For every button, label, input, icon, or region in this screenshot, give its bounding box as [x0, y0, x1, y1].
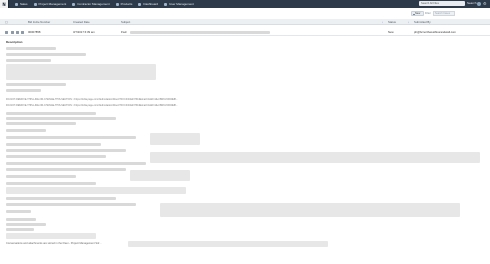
nav-item-label: Contractor Management [77, 2, 110, 6]
sales-icon [15, 2, 18, 6]
redacted-line [6, 53, 86, 56]
redacted-block [130, 170, 190, 181]
redacted-line [6, 117, 116, 120]
column-header-submitted-by[interactable]: Submitted By [414, 20, 431, 24]
redacted-line [6, 168, 126, 171]
user-avatar[interactable] [477, 2, 481, 6]
new-button[interactable]: New [411, 11, 424, 16]
users-icon [164, 2, 168, 6]
column-header-submitted-sort[interactable]: ↓ [408, 20, 409, 24]
table-header: ▢ Bid Invite Number Created Date Subject… [0, 19, 490, 25]
contractor-icon [72, 2, 76, 6]
invitation-url-line[interactable]: DO-NOT-REMOVE-THIS-LINE-OR-CHANGE-THIS-S… [6, 104, 178, 107]
top-nav-bar: N Sales Project Management Contractor Ma… [0, 0, 490, 8]
column-header-bid-number[interactable]: Bid Invite Number [28, 20, 50, 24]
subject-redacted [130, 31, 270, 34]
redacted-line [6, 175, 76, 178]
nav-item-products[interactable]: Products [115, 2, 133, 6]
row-checkbox[interactable] [5, 31, 8, 34]
products-icon [115, 2, 119, 6]
redacted-block [6, 187, 186, 194]
bid-number-cell[interactable]: 00007858 [28, 30, 40, 35]
nav-item-label: User Management [169, 2, 194, 6]
row-menu-icon[interactable] [21, 31, 24, 34]
redacted-block [128, 241, 328, 247]
status-cell: New [388, 30, 394, 34]
redacted-line [6, 162, 146, 165]
nav-item-user-management[interactable]: User Management [164, 2, 194, 6]
row-edit-icon[interactable] [16, 31, 19, 34]
redacted-line [6, 203, 136, 206]
redacted-block [150, 133, 200, 145]
redacted-block [6, 233, 96, 239]
list-toolbar: New Filter Search Cases [0, 10, 490, 17]
redacted-line [6, 59, 51, 62]
redacted-line [6, 218, 36, 221]
redacted-line [6, 143, 101, 146]
redacted-line [6, 149, 126, 152]
case-search-field[interactable]: Search Cases [433, 11, 455, 16]
redacted-block [6, 64, 156, 80]
nav-item-label: Sales [20, 2, 28, 6]
redacted-line [6, 122, 76, 125]
subject-cell[interactable]: Fwd: [121, 30, 127, 35]
nav-item-dashboard[interactable]: Dashboard [138, 2, 158, 6]
nav-item-label: Products [120, 2, 133, 6]
redacted-line [6, 223, 46, 226]
toolbar-spacer [461, 11, 487, 16]
select-all-checkbox[interactable]: ▢ [5, 20, 8, 24]
dashboard-icon [138, 2, 142, 6]
submitted-by-cell: ph@bcnorthwestfloorandwall.com [414, 30, 457, 34]
new-button-label: New [415, 12, 421, 15]
redacted-line [6, 112, 96, 115]
nav-item-label: Project Management [38, 2, 67, 6]
nav-item-label: Dashboard [143, 2, 159, 6]
redacted-block [160, 203, 460, 217]
redacted-line [6, 182, 96, 185]
settings-gear-icon[interactable]: ⚙ [483, 1, 489, 6]
description-closing-line: Conversations and attachments are stored… [6, 242, 102, 245]
description-label: Description [6, 40, 23, 44]
global-search-button[interactable]: Search [467, 1, 477, 6]
column-header-status-sort[interactable]: ↓ [382, 20, 383, 24]
project-icon [33, 2, 37, 6]
column-header-subject[interactable]: Subject [121, 20, 130, 24]
column-header-created-date[interactable]: Created Date [73, 20, 90, 24]
redacted-line [6, 89, 41, 92]
redacted-block [150, 152, 480, 163]
invitation-url-line[interactable]: DO-NOT-REMOVE-THIS-LINE-OR-CHANGE-THIS-S… [6, 98, 178, 101]
redacted-line [6, 129, 46, 132]
nav-item-sales[interactable]: Sales [15, 2, 28, 6]
nav-item-contractor-management[interactable]: Contractor Management [72, 2, 110, 6]
nav-item-project-management[interactable]: Project Management [33, 2, 67, 6]
redacted-line [6, 155, 106, 158]
logo-text: N [2, 1, 6, 7]
redacted-line [6, 136, 136, 139]
column-header-status[interactable]: Status [388, 20, 396, 24]
redacted-line [6, 83, 66, 86]
app-logo[interactable]: N [0, 0, 9, 8]
row-expand-icon[interactable] [11, 31, 14, 34]
global-search-input[interactable]: Search All Files [419, 1, 465, 6]
redacted-line [6, 47, 56, 50]
table-row[interactable]: 00007858 3/7/2017 6:39 am Fwd: New ph@bc… [0, 29, 490, 36]
redacted-line [6, 197, 116, 200]
filter-link[interactable]: Filter [425, 12, 431, 15]
redacted-line [6, 210, 31, 213]
redacted-line [6, 228, 34, 231]
plus-icon [413, 13, 415, 15]
created-date-cell: 3/7/2017 6:39 am [73, 30, 95, 34]
